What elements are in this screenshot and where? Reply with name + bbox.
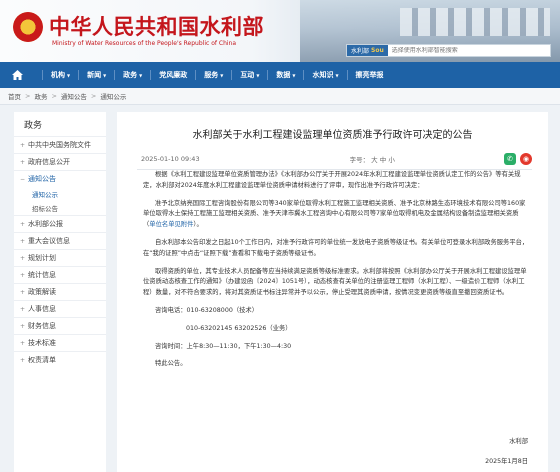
chevron-down-icon: ▼ [103, 72, 107, 78]
minus-icon: − [20, 175, 26, 183]
contact-time: 咨询时间：上午8:30—11:30，下午1:30—4:30 [155, 342, 292, 350]
sidebar-item[interactable]: + 政策解读 [14, 283, 106, 300]
nav-item-dangfeng[interactable]: 党风廉政 [159, 62, 187, 88]
chevron-down-icon: ▼ [292, 72, 296, 78]
article-title: 水利部关于水利工程建设监理单位资质准予行政许可决定的公告 [192, 130, 473, 141]
contact-phone-2: 010-63202145 63202526（业务） [186, 324, 292, 332]
main-nav: 机构 ▼ 新闻 ▼ 政务 ▼ 党风廉政 服务 ▼ 互动 ▼ 数据 ▼ 水知识 ▼ 擦亮举报 [0, 62, 560, 88]
nav-item-shuizhishi[interactable]: 水知识 ▼ [312, 62, 338, 88]
site-subtitle: Ministry of Water Resources of the Peopl… [52, 40, 237, 47]
chevron-down-icon: ▼ [335, 72, 339, 78]
breadcrumb-home[interactable]: 首页 [8, 91, 21, 101]
chevron-down-icon: ▼ [256, 72, 260, 78]
plus-icon: + [20, 288, 26, 296]
article-panel: 水利部关于水利工程建设监理单位资质准予行政许可决定的公告 2025-01-10 … [117, 112, 548, 472]
chevron-down-icon: ▼ [220, 72, 224, 78]
share-icons: ✆ ◉ [504, 152, 532, 165]
article-body: 根据《水利工程建设监理单位资质管理办法》《水利部办公厅关于开展2024年水利工程… [143, 170, 529, 377]
sidebar-subitem-active[interactable]: 通知公示 [14, 187, 106, 201]
nav-item-shuju[interactable]: 数据 ▼ [276, 62, 295, 88]
chevron-down-icon: ▼ [67, 72, 71, 78]
breadcrumb: 首页 > 政务 > 通知公告 > 通知公示 [0, 88, 560, 105]
sidebar-item-active[interactable]: − 通知公告 [14, 170, 106, 187]
dam-illustration [400, 8, 550, 36]
plus-icon: + [20, 356, 26, 364]
nav-item-fuwu[interactable]: 服务 ▼ [204, 62, 223, 88]
plus-icon: + [20, 339, 26, 347]
sidebar-item[interactable]: + 规划计划 [14, 249, 106, 266]
attachment-link[interactable]: 单位名单见附件 [149, 221, 193, 228]
font-size-control: 字号： 大 中 小 [349, 155, 395, 164]
font-size-large[interactable]: 大 [371, 156, 378, 164]
sidebar-item[interactable]: + 人事信息 [14, 300, 106, 317]
plus-icon: + [20, 141, 26, 149]
plus-icon: + [20, 158, 26, 166]
breadcrumb-tongzhi-gongshi[interactable]: 通知公示 [100, 91, 126, 101]
article-meta: 2025-01-10 09:43 字号： 大 中 小 ✆ ◉ [137, 148, 532, 170]
sidebar-item[interactable]: + 技术标准 [14, 334, 106, 351]
search-scope-tag[interactable]: 水利部 Sou [347, 45, 388, 56]
sidebar-subitem[interactable]: 招标公告 [14, 201, 106, 215]
nav-item-hudong[interactable]: 互动 ▼ [240, 62, 259, 88]
font-size-label: 字号 [349, 155, 363, 164]
breadcrumb-tongzhi-gonggao[interactable]: 通知公告 [61, 91, 87, 101]
closing-text: 特此公告。 [155, 360, 187, 368]
sign-date: 2025年1月8日 [485, 458, 528, 465]
nav-item-xinwen[interactable]: 新闻 ▼ [87, 62, 106, 88]
site-title[interactable]: 中华人民共和国水利部 [49, 11, 264, 41]
search-tag-label: 水利部 [351, 48, 370, 55]
plus-icon: + [20, 271, 26, 279]
sidebar-item[interactable]: + 权责清单 [14, 351, 106, 368]
sidebar-item[interactable]: + 水利部公报 [14, 215, 106, 232]
sidebar-item[interactable]: + 政府信息公开 [14, 153, 106, 170]
sidebar-item[interactable]: + 重大会议信息 [14, 232, 106, 249]
nav-item-jubao[interactable]: 擦亮举报 [356, 62, 384, 88]
article-paragraph: 根据《水利工程建设监理单位资质管理办法》《水利部办公厅关于开展2024年水利工程… [143, 171, 521, 189]
sidebar-title: 政务 [24, 120, 43, 131]
search-box: 水利部 Sou [346, 44, 551, 57]
article-paragraph: 取得资质的单位，其专业技术人员配备等应当持续满足资质等级标准要求。水利部将按照《… [143, 267, 527, 297]
sidebar-item[interactable]: + 财务信息 [14, 317, 106, 334]
nav-item-jigou[interactable]: 机构 ▼ [51, 62, 70, 88]
weibo-icon[interactable]: ◉ [520, 152, 532, 165]
home-icon [11, 70, 23, 80]
article-paragraph: 准予北京纳亮国际工程咨询股份有限公司等340家单位取得水利工程施工监理相关资质、… [143, 199, 526, 229]
contact-phone: 咨询电话：010-63208000（技术） [155, 306, 259, 314]
national-emblem-logo[interactable] [13, 12, 43, 42]
article-date: 2025-01-10 09:43 [141, 154, 200, 163]
site-header: 中华人民共和国水利部 Ministry of Water Resources o… [0, 0, 560, 62]
plus-icon: + [20, 254, 26, 262]
signature: 水利部 [509, 438, 528, 445]
font-size-medium[interactable]: 中 [380, 156, 387, 164]
font-size-small[interactable]: 小 [388, 156, 395, 164]
search-input[interactable] [387, 47, 518, 54]
article-paragraph: 自水利部本公告印发之日起10个工作日内，对准予行政许可的单位统一发放电子资质等级… [143, 238, 529, 257]
nav-item-zhengwu[interactable]: 政务 ▼ [123, 62, 142, 88]
breadcrumb-zhengwu[interactable]: 政务 [34, 91, 47, 101]
chevron-down-icon: ▼ [139, 72, 143, 78]
sidebar: 政务 + 中共中央国务院文件 + 政府信息公开 − 通知公告 通知公示 招标公告 + 水… [14, 112, 106, 472]
plus-icon: + [20, 220, 26, 228]
plus-icon: + [20, 305, 26, 313]
plus-icon: + [20, 237, 26, 245]
plus-icon: + [20, 322, 26, 330]
search-tag-brand: Sou [371, 47, 384, 54]
nav-home[interactable] [0, 70, 34, 80]
sidebar-item[interactable]: + 中共中央国务院文件 [14, 136, 106, 153]
wechat-icon[interactable]: ✆ [504, 152, 516, 165]
sidebar-item[interactable]: + 统计信息 [14, 266, 106, 283]
